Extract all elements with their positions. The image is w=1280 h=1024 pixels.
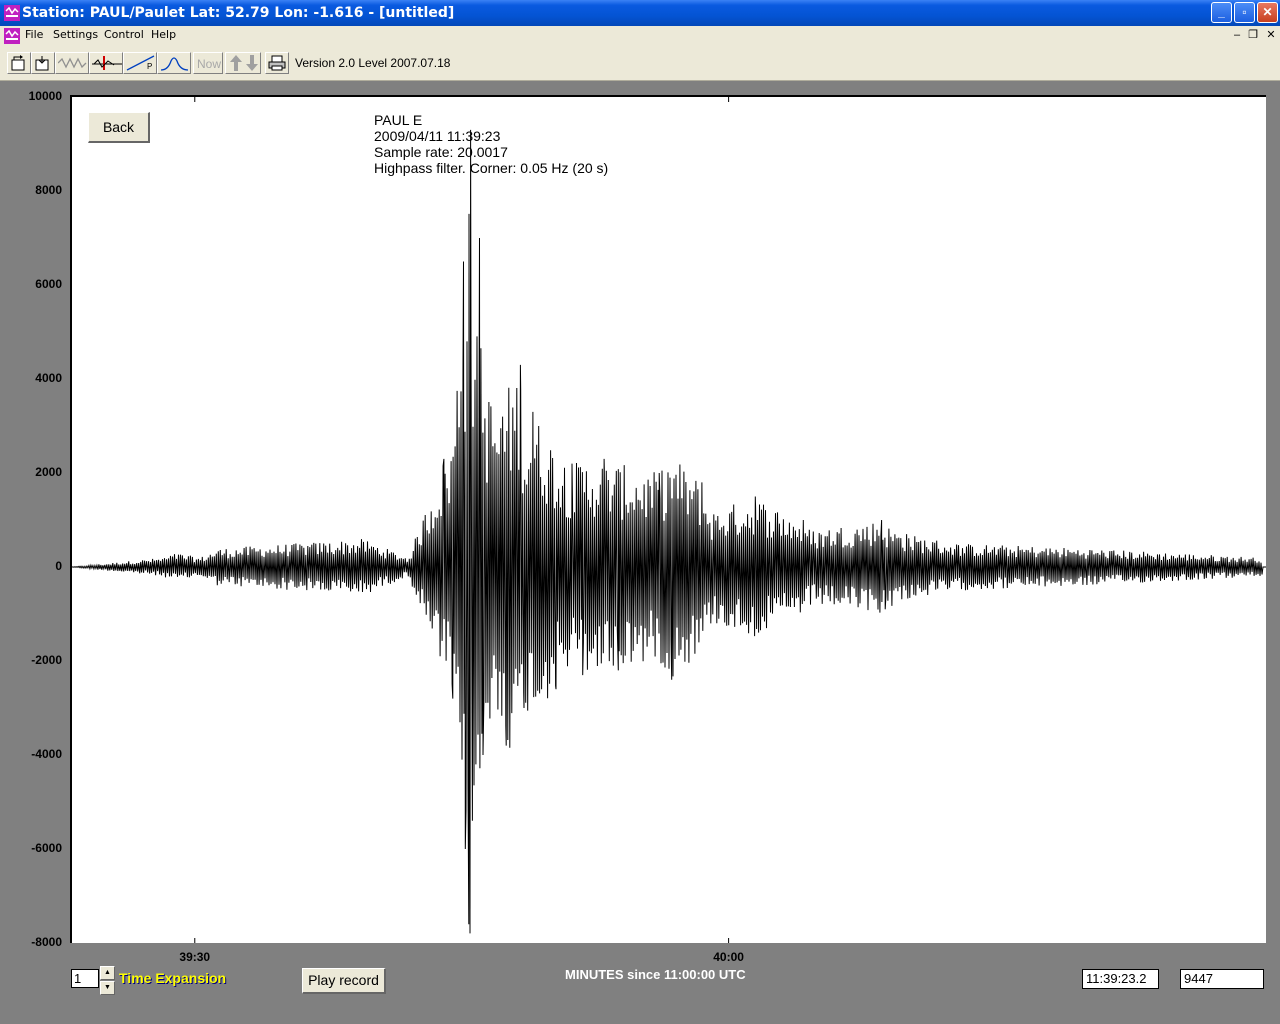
waveform-view-button[interactable] bbox=[55, 52, 89, 74]
mdi-restore-button[interactable]: ❐ bbox=[1246, 29, 1260, 42]
start-time-label: 2009/04/11 11:39:23 bbox=[374, 128, 501, 144]
y-tick-label: 6000 bbox=[35, 277, 62, 291]
sample-rate-label: Sample rate: 20.0017 bbox=[374, 144, 508, 160]
up-down-arrows-icon bbox=[230, 55, 258, 71]
maximize-button[interactable]: ▫ bbox=[1234, 2, 1255, 23]
x-tick-label: 40:00 bbox=[713, 950, 744, 964]
waveform-icon bbox=[58, 57, 87, 69]
y-tick-label: -6000 bbox=[31, 841, 62, 855]
back-button[interactable]: Back bbox=[88, 112, 150, 143]
x-tick-label: 39:30 bbox=[179, 950, 211, 964]
filter-label: Highpass filter. Corner: 0.05 Hz (20 s) bbox=[374, 160, 609, 176]
play-record-button[interactable]: Play record bbox=[302, 968, 386, 994]
menu-settings[interactable]: Settings bbox=[53, 28, 98, 41]
mdi-close-button[interactable]: ✕ bbox=[1264, 29, 1278, 42]
now-button[interactable]: Now bbox=[193, 52, 223, 74]
y-tick-label: -8000 bbox=[31, 935, 62, 949]
open-file-icon bbox=[11, 55, 25, 71]
save-file-button[interactable] bbox=[31, 52, 55, 74]
save-file-icon bbox=[35, 56, 49, 71]
y-tick-label: 4000 bbox=[35, 371, 62, 385]
seismogram-trace bbox=[72, 129, 1266, 934]
close-button[interactable]: ✕ bbox=[1257, 2, 1278, 23]
mdi-minimize-button[interactable]: – bbox=[1230, 29, 1244, 42]
app-icon bbox=[4, 5, 20, 21]
y-tick-label: 10000 bbox=[28, 89, 62, 103]
p-wave-button[interactable]: P bbox=[123, 52, 157, 74]
printer-icon bbox=[268, 55, 286, 71]
menu-file[interactable]: File bbox=[25, 28, 43, 41]
print-button[interactable] bbox=[265, 52, 289, 74]
open-file-button[interactable] bbox=[7, 52, 31, 74]
station-component-label: PAUL E bbox=[374, 112, 423, 128]
spectrum-button[interactable] bbox=[157, 52, 191, 74]
time-expansion-input[interactable]: 1 bbox=[71, 969, 99, 988]
svg-text:P: P bbox=[147, 62, 152, 71]
scroll-arrows-button[interactable] bbox=[225, 52, 261, 74]
y-tick-label: 8000 bbox=[35, 183, 62, 197]
now-label: Now bbox=[197, 57, 222, 71]
seismogram-svg bbox=[72, 97, 1266, 943]
minimize-button[interactable]: _ bbox=[1211, 2, 1232, 23]
expansion-up-button[interactable]: ▲ bbox=[100, 966, 115, 980]
y-tick-label: 2000 bbox=[35, 465, 62, 479]
seismogram-plot[interactable] bbox=[70, 95, 1266, 943]
time-expansion-label: Time Expansion bbox=[119, 970, 227, 986]
pick-marker-button[interactable] bbox=[89, 52, 123, 74]
document-icon bbox=[4, 28, 20, 44]
spectrum-icon bbox=[160, 57, 189, 71]
p-wave-icon: P bbox=[126, 55, 155, 71]
menu-bar: File Settings Control Help – ❐ ✕ bbox=[0, 26, 1280, 46]
pick-marker-icon bbox=[92, 56, 122, 70]
y-tick-label: -2000 bbox=[31, 653, 62, 667]
version-text: Version 2.0 Level 2007.07.18 bbox=[295, 56, 451, 70]
y-tick-label: -4000 bbox=[31, 747, 62, 761]
menu-help[interactable]: Help bbox=[151, 28, 176, 41]
expansion-down-button[interactable]: ▼ bbox=[100, 981, 115, 995]
toolbar: P Now bbox=[0, 46, 1280, 81]
cursor-value-readout: 9447 bbox=[1180, 969, 1264, 989]
cursor-time-readout: 11:39:23.2 bbox=[1082, 969, 1159, 989]
window-title: Station: PAUL/Paulet Lat: 52.79 Lon: -1.… bbox=[22, 5, 455, 21]
title-bar: Station: PAUL/Paulet Lat: 52.79 Lon: -1.… bbox=[0, 0, 1280, 26]
y-tick-label: 0 bbox=[55, 559, 62, 573]
x-axis-label: MINUTES since 11:00:00 UTC bbox=[565, 967, 746, 982]
menu-control[interactable]: Control bbox=[104, 28, 144, 41]
